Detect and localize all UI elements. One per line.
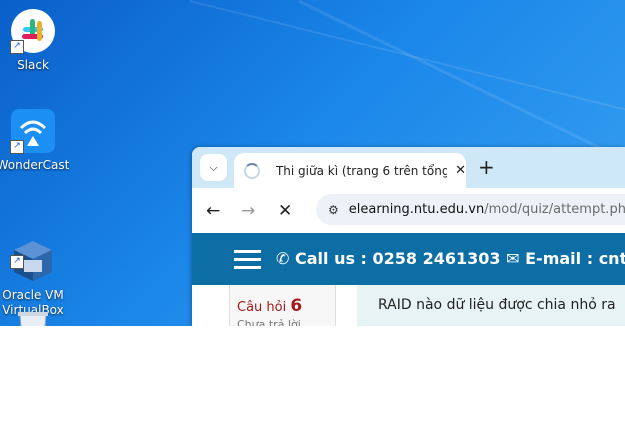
- url-path: /mod/quiz/attempt.php: [484, 202, 625, 217]
- address-bar[interactable]: ⚙ elearning.ntu.edu.vn/mod/quiz/attempt.…: [316, 194, 625, 225]
- shortcut-arrow-icon: ↗: [10, 40, 24, 54]
- address-url[interactable]: elearning.ntu.edu.vn/mod/quiz/attempt.ph…: [349, 202, 625, 217]
- email-value[interactable]: cntt@ntu.edu.vn: [599, 249, 625, 268]
- question-number: 6: [290, 296, 303, 316]
- desktop-icon-label: Slack: [17, 58, 49, 72]
- desktop-icon-recycle-bin[interactable]: [0, 308, 73, 326]
- tab-strip: ⌵ Thi giữa kì (trang 6 trên tổng số ✕ +: [192, 147, 625, 188]
- chevron-down-icon: ⌵: [209, 160, 218, 174]
- email-icon: ✉: [506, 249, 520, 268]
- tab-quiz[interactable]: Thi giữa kì (trang 6 trên tổng số ✕: [234, 153, 466, 188]
- plus-icon[interactable]: +: [478, 155, 495, 179]
- quiz-content: Câu hỏi 6 Chưa trả lời RAID nào dữ liệu …: [192, 285, 625, 326]
- site-info-icon[interactable]: ⚙: [328, 203, 339, 217]
- phone-label: Call us :: [294, 249, 367, 268]
- shortcut-arrow-icon: ↗: [10, 140, 24, 154]
- contact-info: ✆ Call us : 0258 2461303 ✉ E-mail : cntt…: [276, 249, 625, 268]
- slack-icon: ↗: [10, 8, 56, 54]
- close-icon[interactable]: ✕: [455, 163, 466, 178]
- site-header: ✆ Call us : 0258 2461303 ✉ E-mail : cntt…: [192, 233, 625, 285]
- tab-search-button[interactable]: ⌵: [200, 154, 227, 181]
- wondercast-icon: ↗: [10, 108, 56, 154]
- shortcut-arrow-icon: ↗: [10, 255, 24, 269]
- forward-arrow-icon[interactable]: →: [241, 201, 255, 221]
- recycle-bin-icon: [10, 308, 56, 326]
- question-label-text: Câu hỏi: [237, 300, 287, 315]
- question-status: Chưa trả lời: [237, 318, 301, 326]
- desktop-icon-slack[interactable]: ↗ Slack: [0, 8, 73, 73]
- question-text: RAID nào dữ liệu được chia nhỏ ra: [378, 297, 616, 313]
- desktop-icon-wondercast[interactable]: ↗ WonderCast: [0, 108, 73, 173]
- phone-number: 0258 2461303: [372, 249, 501, 268]
- email-label: E-mail :: [525, 249, 594, 268]
- browser-window: ⌵ Thi giữa kì (trang 6 trên tổng số ✕ + …: [192, 147, 625, 326]
- desktop-icon-label: WonderCast: [0, 158, 70, 172]
- question-label: Câu hỏi 6: [237, 296, 302, 316]
- back-arrow-icon[interactable]: ←: [206, 201, 220, 221]
- virtualbox-icon: ↗: [10, 223, 56, 281]
- question-text-box: RAID nào dữ liệu được chia nhỏ ra: [357, 285, 625, 326]
- menu-icon[interactable]: [234, 250, 261, 274]
- desktop: ↗ Slack ↗ WonderCast ↗ Oracle VM Virtual…: [0, 0, 625, 326]
- tab-title: Thi giữa kì (trang 6 trên tổng số: [275, 163, 448, 178]
- browser-toolbar: ← → ✕ ⚙ elearning.ntu.edu.vn/mod/quiz/at…: [192, 188, 625, 233]
- phone-icon: ✆: [276, 249, 290, 268]
- spinner-icon: [244, 162, 260, 179]
- question-info: Câu hỏi 6 Chưa trả lời: [229, 285, 336, 326]
- stop-icon[interactable]: ✕: [278, 201, 292, 221]
- url-host: elearning.ntu.edu.vn: [348, 202, 485, 217]
- wallpaper-ray: [189, 0, 625, 172]
